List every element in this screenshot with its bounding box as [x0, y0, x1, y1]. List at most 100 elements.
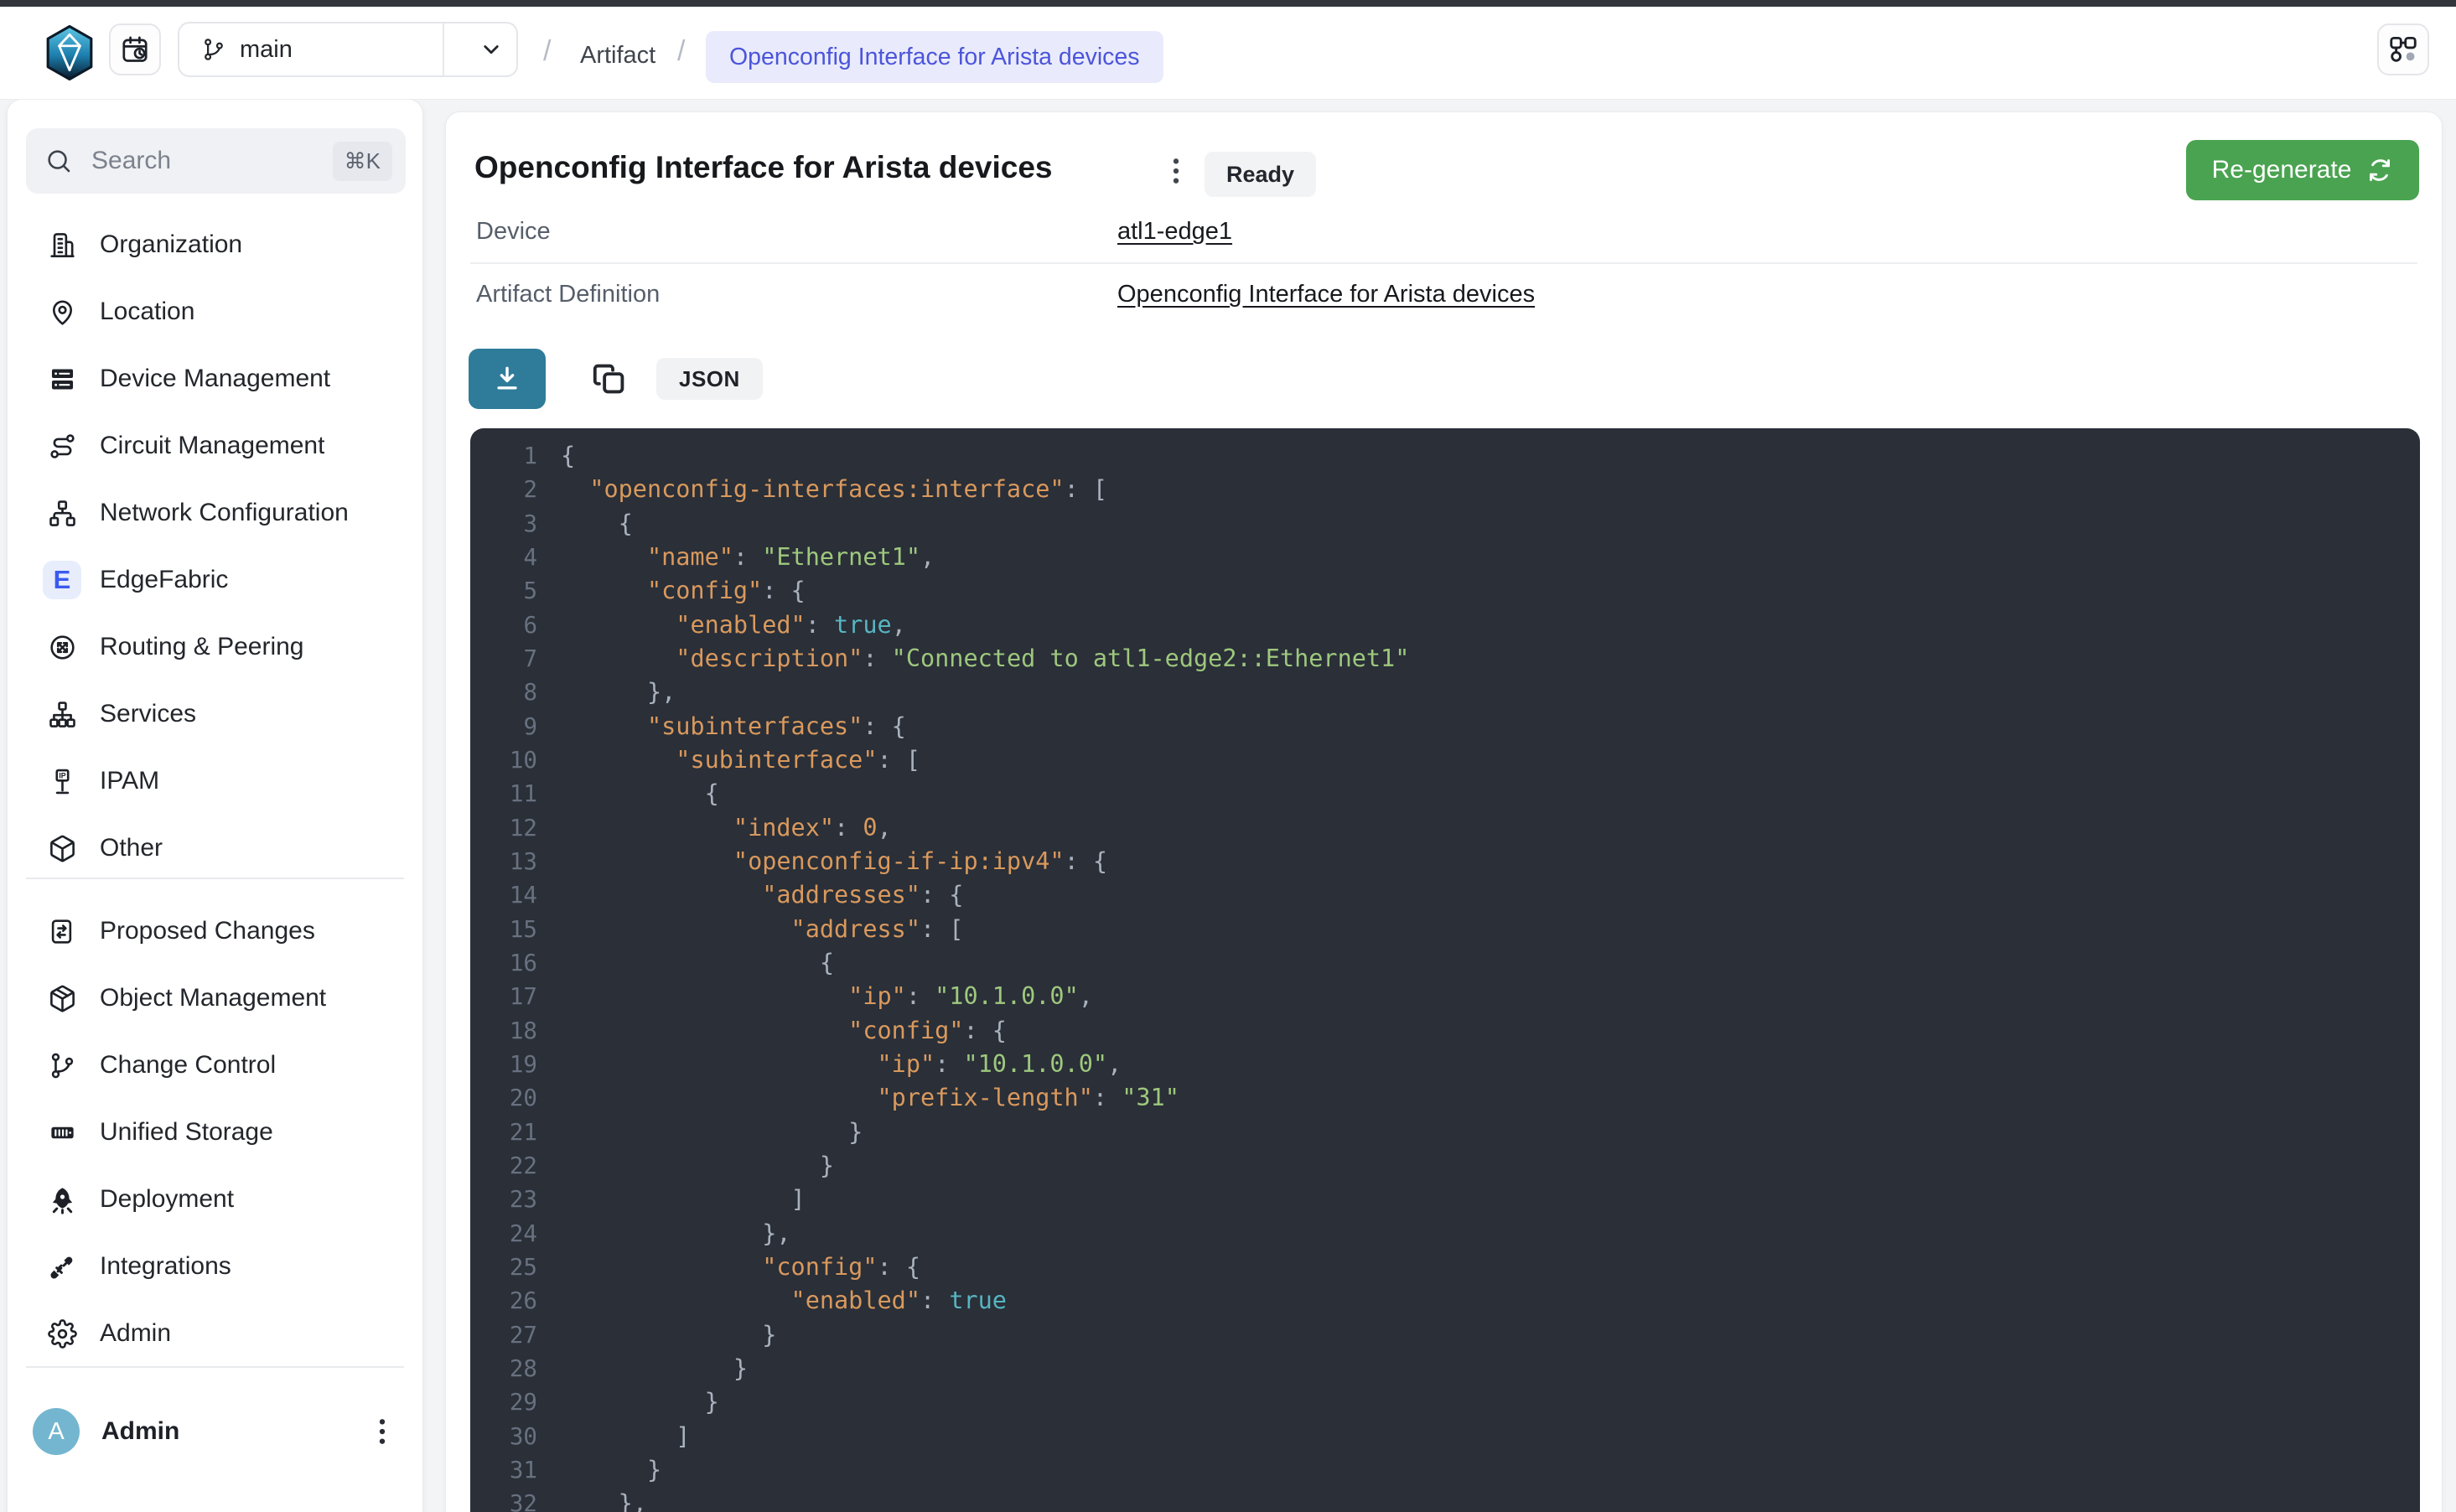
sidebar-item-admin[interactable]: Admin [8, 1300, 422, 1367]
line-number: 11 [470, 777, 537, 810]
download-icon [492, 364, 522, 394]
code-line: 10 "subinterface": [ [470, 743, 2420, 777]
rocket-icon [43, 1180, 81, 1219]
code-line: 19 "ip": "10.1.0.0", [470, 1048, 2420, 1081]
breadcrumb-item-artifact[interactable]: Artifact [580, 42, 655, 70]
sidebar-item-deployment[interactable]: Deployment [8, 1166, 422, 1233]
code-text: "ip": "10.1.0.0", [537, 980, 1093, 1013]
line-number: 17 [470, 980, 537, 1013]
line-number: 27 [470, 1318, 537, 1352]
line-number: 18 [470, 1014, 537, 1048]
code-text: "openconfig-if-ip:ipv4": { [537, 845, 1107, 878]
router-icon [43, 628, 81, 666]
sidebar-item-label: EdgeFabric [100, 566, 228, 594]
server-icon [43, 360, 81, 398]
chevron-down-icon [479, 37, 504, 62]
regenerate-button[interactable]: Re-generate [2186, 140, 2419, 200]
code-line: 8 }, [470, 676, 2420, 709]
sidebar-item-other[interactable]: Other [8, 815, 422, 882]
sidebar-item-change-control[interactable]: Change Control [8, 1032, 422, 1099]
code-text: { [537, 439, 575, 473]
sidebar-item-ipam[interactable]: IPIPAM [8, 748, 422, 815]
gear-icon [48, 1319, 77, 1349]
sidebar-divider [26, 878, 404, 879]
calendar-button[interactable] [109, 23, 161, 75]
code-line: 28 } [470, 1352, 2420, 1385]
sidebar-item-routing-peering[interactable]: Routing & Peering [8, 614, 422, 681]
sidebar-item-edgefabric[interactable]: E EdgeFabric [8, 546, 422, 614]
branch-selector[interactable]: main [178, 22, 518, 77]
sidebar-item-circuit-management[interactable]: Circuit Management [8, 412, 422, 479]
code-text: } [537, 1318, 776, 1352]
storage-icon [43, 1113, 81, 1152]
line-number: 28 [470, 1352, 537, 1385]
code-text: } [537, 1116, 863, 1149]
sidebar-item-unified-storage[interactable]: Unified Storage [8, 1099, 422, 1166]
code-text: "enabled": true, [537, 608, 906, 642]
code-text: "config": { [537, 1251, 920, 1284]
sidebar-item-label: Object Management [100, 984, 326, 1012]
code-line: 22 } [470, 1149, 2420, 1183]
sidebar-item-location[interactable]: Location [8, 278, 422, 345]
sidebar-item-proposed-changes[interactable]: Proposed Changes [8, 898, 422, 965]
detail-value-link[interactable]: Openconfig Interface for Arista devices [1117, 281, 1535, 308]
code-line: 25 "config": { [470, 1251, 2420, 1284]
map-pin-icon [48, 298, 77, 327]
edgefabric-chip-icon: E [43, 561, 81, 599]
sidebar-item-integrations[interactable]: Integrations [8, 1233, 422, 1300]
search-box[interactable]: ⌘K [26, 128, 406, 194]
calendar-clock-icon [120, 34, 150, 65]
detail-value-link[interactable]: atl1-edge1 [1117, 218, 1232, 246]
graph-view-button[interactable] [2377, 23, 2429, 75]
sidebar-item-label: Unified Storage [100, 1118, 273, 1147]
code-text: } [537, 1385, 719, 1419]
box-icon [48, 834, 77, 863]
copy-button[interactable] [591, 360, 628, 397]
cube-icon [43, 979, 81, 1017]
code-viewer[interactable]: 1{2 "openconfig-interfaces:interface": [… [470, 428, 2420, 1512]
sidebar-item-label: Routing & Peering [100, 633, 304, 661]
code-line: 9 "subinterfaces": { [470, 710, 2420, 743]
sidebar-item-label: Integrations [100, 1252, 231, 1281]
title-menu-kebab-icon[interactable] [1159, 154, 1193, 188]
building-icon [48, 230, 77, 260]
code-text: { [537, 946, 834, 980]
line-number: 31 [470, 1453, 537, 1487]
search-shortcut-badge: ⌘K [333, 142, 392, 181]
sidebar-item-device-management[interactable]: Device Management [8, 345, 422, 412]
search-input[interactable] [90, 146, 333, 176]
plug-icon [48, 1252, 77, 1282]
sidebar-item-object-management[interactable]: Object Management [8, 965, 422, 1032]
status-badge: Ready [1205, 152, 1316, 197]
code-line: 14 "addresses": { [470, 878, 2420, 912]
detail-row-device: Deviceatl1-edge1 [470, 201, 2417, 264]
ip-sign-icon: IP [43, 762, 81, 800]
sidebar-nav-primary: OrganizationLocationDevice ManagementCir… [8, 211, 422, 882]
branch-selector-chevron[interactable] [444, 37, 516, 62]
download-button[interactable] [469, 349, 546, 409]
code-line: 7 "description": "Connected to atl1-edge… [470, 642, 2420, 676]
sidebar-item-label: Network Configuration [100, 499, 349, 527]
sidebar-item-network-configuration[interactable]: Network Configuration [8, 479, 422, 546]
sidebar-item-services[interactable]: Services [8, 681, 422, 748]
search-icon [44, 147, 73, 175]
code-line: 4 "name": "Ethernet1", [470, 541, 2420, 574]
user-menu-kebab-icon[interactable] [365, 1415, 399, 1448]
line-number: 21 [470, 1116, 537, 1149]
code-line: 2 "openconfig-interfaces:interface": [ [470, 473, 2420, 506]
user-row[interactable]: A Admin [33, 1408, 399, 1455]
line-number: 26 [470, 1284, 537, 1318]
sidebar-item-label: Admin [100, 1319, 171, 1348]
edgefabric-chip: E [43, 561, 81, 599]
app-logo-gem-icon[interactable] [44, 22, 96, 84]
line-number: 16 [470, 946, 537, 980]
breadcrumb-item-current[interactable]: Openconfig Interface for Arista devices [706, 31, 1163, 83]
user-name: Admin [101, 1417, 365, 1446]
code-line: 24 }, [470, 1217, 2420, 1251]
sidebar-item-organization[interactable]: Organization [8, 211, 422, 278]
code-line: 12 "index": 0, [470, 811, 2420, 845]
line-number: 22 [470, 1149, 537, 1183]
line-number: 15 [470, 913, 537, 946]
code-text: "description": "Connected to atl1-edge2:… [537, 642, 1409, 676]
route-icon [43, 427, 81, 465]
